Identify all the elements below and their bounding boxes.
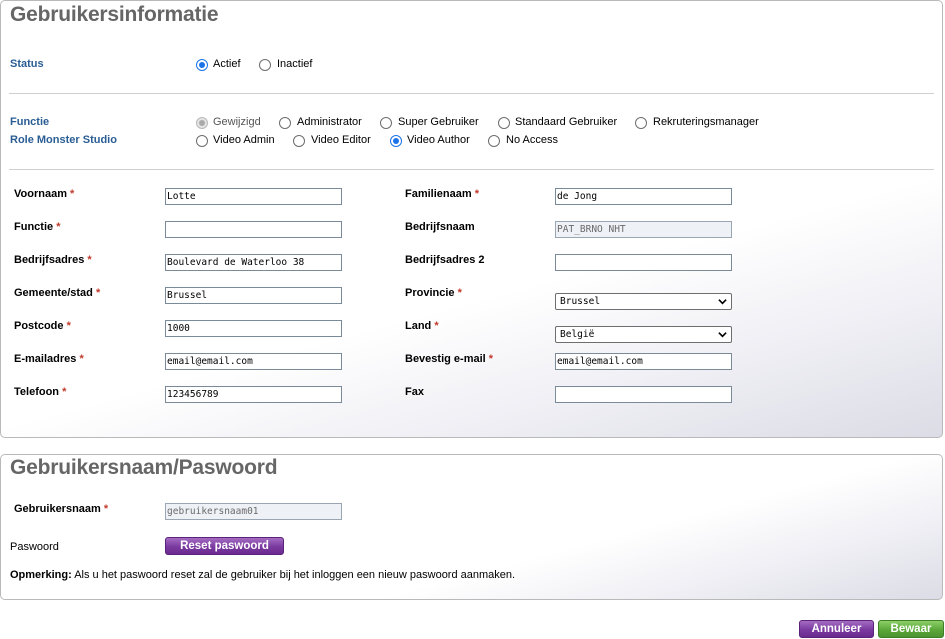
functie-role-label: Functie [10,116,50,128]
functie-super-gebruiker-radio[interactable] [380,117,392,129]
functie-standaard-gebruiker-label[interactable]: Standaard Gebruiker [515,116,617,128]
reset-paswoord-button[interactable]: Reset paswoord [165,537,284,555]
role-monster-studio-label: Role Monster Studio [10,134,117,146]
functie-standaard-gebruiker-radio[interactable] [498,117,510,129]
functie-super-gebruiker-label[interactable]: Super Gebruiker [398,116,479,128]
paswoord-label: Paswoord [10,541,59,553]
status-label: Status [10,58,44,70]
bevestig-email-input[interactable]: email@email.com [555,353,732,370]
fax-input[interactable] [555,386,732,403]
chevron-down-icon [718,299,727,305]
gemeente-input[interactable]: Brussel [165,287,342,304]
gebruikersnaam-input: gebruikersnaam01 [165,503,342,520]
status-inactief-radio[interactable] [259,59,271,71]
telefoon-label: Telefoon * [14,386,67,398]
provincie-label: Provincie * [405,287,462,299]
functie-label: Functie * [14,221,61,233]
role-video-admin-label[interactable]: Video Admin [213,134,275,146]
chevron-down-icon [718,332,727,338]
opmerking-note: Opmerking: Als u het paswoord reset zal … [10,569,516,581]
cancel-button[interactable]: Annuleer [799,620,874,638]
fax-label: Fax [405,386,424,398]
functie-gewijzigd-radio [196,117,208,129]
role-video-editor-label[interactable]: Video Editor [311,134,371,146]
voornaam-input[interactable]: Lotte [165,188,342,205]
land-select[interactable]: België [555,326,732,343]
bevestig-email-label: Bevestig e-mail * [405,353,494,365]
familienaam-label: Familienaam * [405,188,479,200]
postcode-label: Postcode * [14,320,71,332]
voornaam-label: Voornaam * [14,188,75,200]
land-label: Land * [405,320,439,332]
bedrijfsadres2-input[interactable] [555,254,732,271]
bedrijfsnaam-input: PAT_BRNO NHT [555,221,732,238]
land-select-value: België [560,329,595,340]
role-video-editor-radio[interactable] [293,135,305,147]
functie-rekruteringsmanager-label[interactable]: Rekruteringsmanager [653,116,759,128]
postcode-input[interactable]: 1000 [165,320,342,337]
functie-administrator-radio[interactable] [279,117,291,129]
familienaam-input[interactable]: de Jong [555,188,732,205]
role-video-author-label[interactable]: Video Author [407,134,470,146]
telefoon-input[interactable]: 123456789 [165,386,342,403]
role-no-access-radio[interactable] [488,135,500,147]
functie-gewijzigd-label: Gewijzigd [213,116,261,128]
provincie-select-value: Brussel [560,296,601,307]
status-actief-radio[interactable] [196,59,208,71]
credentials-title: Gebruikersnaam/Paswoord [10,456,278,479]
user-info-title: Gebruikersinformatie [10,3,219,26]
email-input[interactable]: email@email.com [165,353,342,370]
status-inactief-label[interactable]: Inactief [277,58,312,70]
bedrijfsadres-label: Bedrijfsadres * [14,254,92,266]
divider [9,169,934,170]
role-video-admin-radio[interactable] [196,135,208,147]
gebruikersnaam-label: Gebruikersnaam * [14,503,109,515]
divider [9,93,934,94]
credentials-panel: Gebruikersnaam/Paswoord Gebruikersnaam *… [0,454,943,600]
functie-administrator-label[interactable]: Administrator [297,116,362,128]
gemeente-label: Gemeente/stad * [14,287,101,299]
bedrijfsnaam-label: Bedrijfsnaam [405,221,475,233]
user-info-panel: Gebruikersinformatie Status Actief Inact… [0,0,943,438]
role-video-author-radio[interactable] [390,135,402,147]
status-actief-label[interactable]: Actief [213,58,241,70]
functie-input[interactable] [165,221,342,238]
email-label: E-mailadres * [14,353,84,365]
bedrijfsadres-input[interactable]: Boulevard de Waterloo 38 [165,254,342,271]
bedrijfsadres2-label: Bedrijfsadres 2 [405,254,485,266]
provincie-select[interactable]: Brussel [555,293,732,310]
role-no-access-label[interactable]: No Access [506,134,558,146]
functie-rekruteringsmanager-radio[interactable] [635,117,647,129]
save-button[interactable]: Bewaar [878,620,944,638]
